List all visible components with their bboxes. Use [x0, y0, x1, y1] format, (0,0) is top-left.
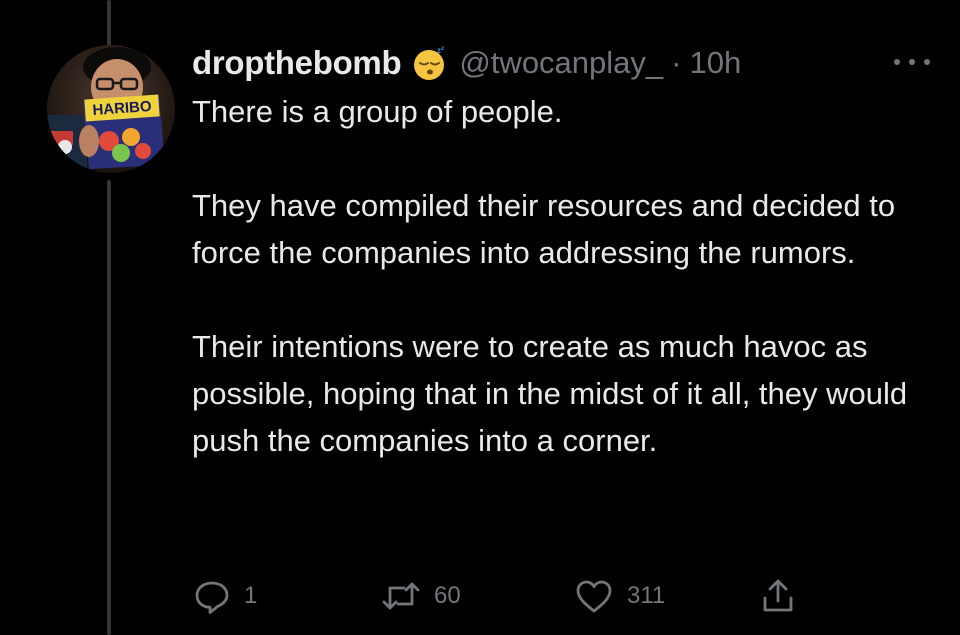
thread-line-bottom [107, 180, 111, 635]
retweet-icon [380, 576, 422, 616]
tweet-paragraph: Their intentions were to create as much … [192, 329, 908, 458]
retweet-button[interactable]: 60 [380, 574, 461, 618]
reply-count: 1 [244, 582, 258, 609]
tweet-actions: 1 60 311 [0, 574, 960, 618]
like-count: 311 [627, 582, 666, 609]
tweet-text: There is a group of people. They have co… [192, 88, 942, 464]
more-dot [924, 59, 930, 65]
avatar-photo: HARIBO [47, 47, 165, 173]
separator-dot: · [671, 45, 682, 80]
more-options-icon[interactable] [894, 52, 930, 72]
tweet-paragraph: There is a group of people. [192, 94, 563, 129]
thread-line-top [107, 0, 111, 46]
timestamp[interactable]: 10h [689, 45, 741, 81]
sleeping-face-emoji-icon: z z [411, 44, 449, 82]
avatar[interactable]: HARIBO [47, 45, 175, 173]
user-handle[interactable]: @twocanplay_ [459, 45, 663, 81]
reply-button[interactable]: 1 [192, 574, 257, 618]
retweet-count: 60 [434, 582, 461, 609]
svg-text:z: z [441, 46, 444, 52]
heart-icon [573, 576, 615, 616]
share-button[interactable] [758, 574, 798, 618]
tweet-header: dropthebomb z z @twocanplay_ · 10h [192, 38, 741, 88]
like-button[interactable]: 311 [573, 574, 665, 618]
more-dot [894, 59, 900, 65]
reply-icon [192, 576, 232, 616]
share-icon [758, 576, 798, 616]
display-name[interactable]: dropthebomb [192, 44, 402, 82]
tweet-paragraph: They have compiled their resources and d… [192, 188, 896, 270]
more-dot [909, 59, 915, 65]
